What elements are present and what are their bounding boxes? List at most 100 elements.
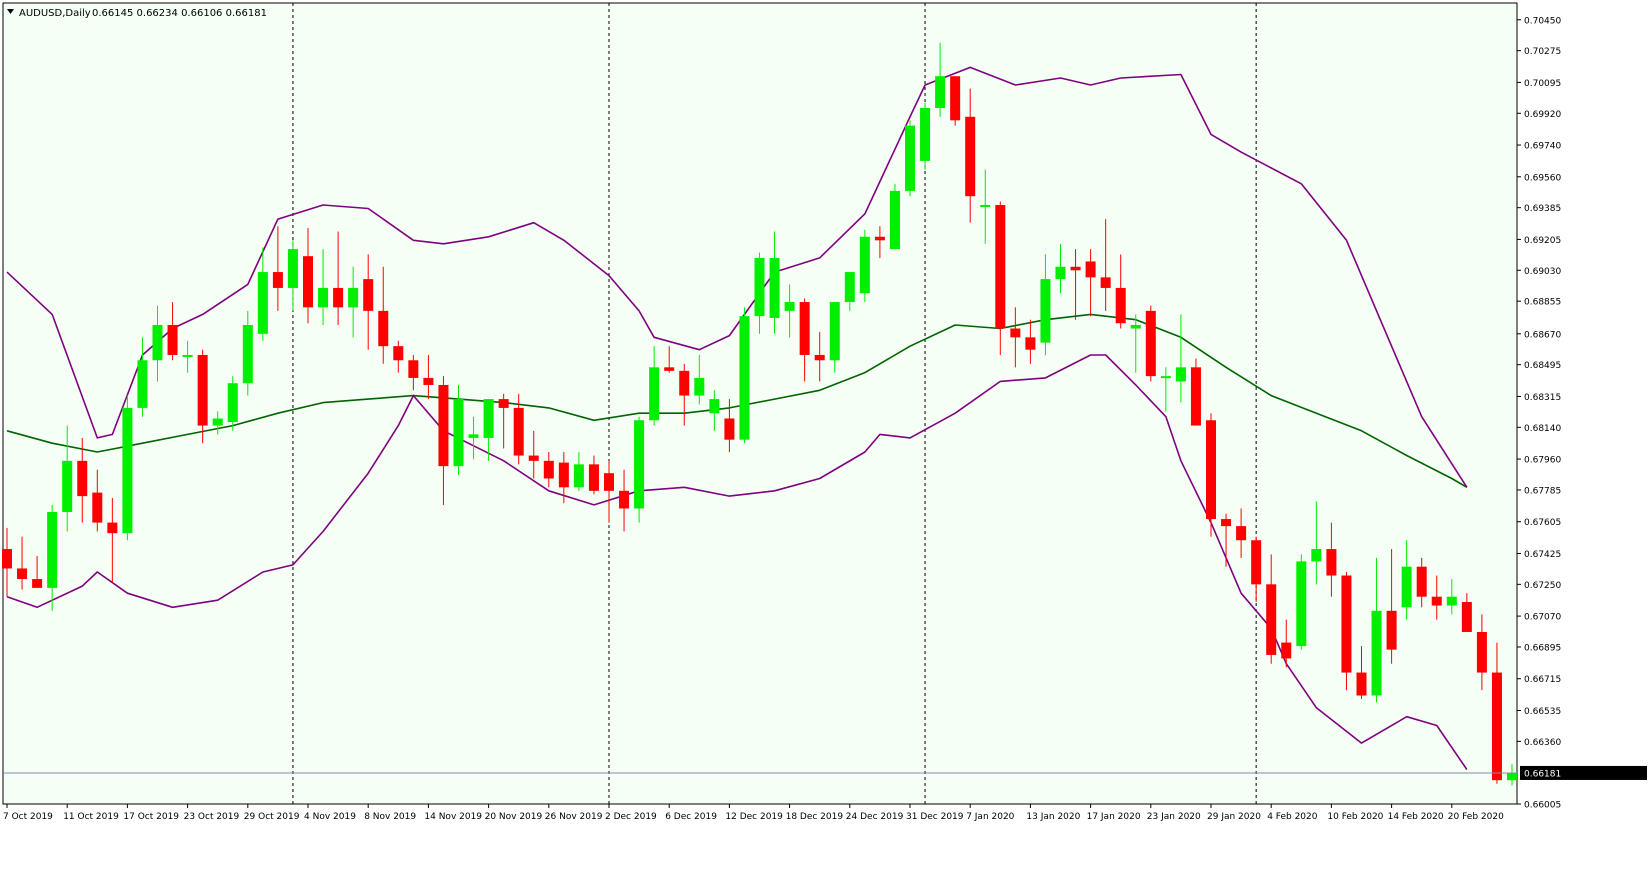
y-axis-label: 0.69560	[1524, 173, 1561, 183]
candle-bullish	[829, 302, 840, 361]
candle-bullish	[1160, 376, 1171, 379]
candle-bearish	[619, 490, 630, 509]
x-axis-label: 31 Dec 2019	[906, 812, 964, 822]
candle-bullish	[1296, 561, 1307, 647]
candle-bearish	[1025, 337, 1036, 350]
y-axis-label: 0.66360	[1524, 738, 1561, 748]
x-axis-label: 18 Dec 2019	[786, 812, 844, 822]
x-axis-label: 23 Oct 2019	[184, 812, 240, 822]
candle-bullish	[859, 236, 870, 294]
candle-bullish	[257, 272, 268, 334]
candle-bearish	[528, 455, 539, 461]
candle-bullish	[1130, 324, 1141, 329]
y-axis-label: 0.67785	[1524, 486, 1561, 496]
candle-bullish	[980, 205, 991, 208]
y-axis-label: 0.69205	[1524, 236, 1561, 246]
candle-bullish	[227, 383, 238, 423]
x-axis-label: 12 Dec 2019	[725, 812, 783, 822]
candle-bearish	[995, 205, 1006, 329]
candle-bullish	[468, 434, 479, 438]
candle-bearish	[1476, 631, 1487, 673]
candle-bearish	[1326, 549, 1337, 576]
candle-bullish	[754, 257, 765, 317]
candle-bullish	[634, 420, 645, 509]
candle-bullish	[1507, 773, 1517, 781]
candle-bearish	[1190, 367, 1201, 426]
y-axis-label: 0.67605	[1524, 518, 1561, 528]
candle-bearish	[874, 236, 885, 241]
candle-bullish	[649, 367, 660, 421]
x-axis-label: 14 Feb 2020	[1388, 812, 1444, 822]
candle-bullish	[739, 316, 750, 440]
candle-bullish	[212, 418, 223, 426]
x-axis-label: 26 Nov 2019	[545, 812, 603, 822]
y-axis-label: 0.69385	[1524, 204, 1561, 214]
candle-bullish	[1311, 549, 1322, 562]
candle-bearish	[423, 377, 434, 385]
candle-bullish	[122, 407, 133, 534]
candle-bullish	[905, 125, 915, 191]
y-axis-label: 0.67070	[1524, 613, 1561, 623]
y-axis-label: 0.68670	[1524, 330, 1561, 340]
candle-bearish	[77, 460, 88, 497]
x-axis-label: 10 Feb 2020	[1327, 812, 1383, 822]
x-axis-label: 17 Oct 2019	[123, 812, 179, 822]
y-axis-label: 0.68140	[1524, 424, 1561, 434]
x-axis-label: 13 Jan 2020	[1026, 812, 1080, 822]
x-axis-label: 24 Dec 2019	[846, 812, 904, 822]
candle-bearish	[167, 324, 178, 355]
candle-bullish	[152, 324, 163, 361]
x-axis-label: 6 Dec 2019	[665, 812, 717, 822]
y-axis-label: 0.68855	[1524, 298, 1561, 308]
candle-bullish	[573, 464, 584, 488]
candle-bearish	[1010, 328, 1021, 338]
chart-window[interactable]: 0.66181 0.70450 0.70275 0.70095 0.69920 0.69…	[0, 0, 1651, 871]
x-axis-label: 29 Jan 2020	[1207, 812, 1261, 822]
current-price-label: 0.66181	[1524, 769, 1561, 779]
candle-bearish	[1266, 584, 1277, 655]
candle-bearish	[363, 279, 374, 311]
x-axis-label: 2 Dec 2019	[605, 812, 657, 822]
candle-bullish	[1055, 266, 1066, 280]
candle-bearish	[107, 522, 118, 534]
y-axis-label: 0.70275	[1524, 47, 1561, 57]
candle-bearish	[197, 354, 208, 426]
candle-bearish	[543, 460, 554, 479]
x-axis-label: 8 Nov 2019	[364, 812, 416, 822]
x-axis-label: 20 Nov 2019	[485, 812, 543, 822]
y-axis-label: 0.67960	[1524, 456, 1561, 466]
y-axis-label: 0.68315	[1524, 393, 1561, 403]
y-axis-label: 0.69740	[1524, 142, 1561, 152]
candle-bullish	[1040, 279, 1051, 343]
candle-bullish	[889, 190, 900, 250]
x-axis-label: 23 Jan 2020	[1147, 812, 1201, 822]
candle-bearish	[2, 549, 12, 569]
candle-bullish	[694, 377, 705, 396]
candle-bullish	[935, 76, 946, 108]
candle-bearish	[1236, 526, 1247, 541]
candle-bearish	[664, 367, 675, 371]
candle-bearish	[1070, 266, 1081, 271]
candle-bearish	[1145, 310, 1156, 377]
candle-bullish	[287, 249, 298, 288]
y-axis-label: 0.66715	[1524, 675, 1561, 685]
candle-bearish	[1491, 672, 1502, 781]
candle-bullish	[920, 107, 931, 161]
candle-bearish	[1416, 566, 1427, 597]
candle-bullish	[1401, 566, 1412, 608]
candlestick-chart[interactable]: 0.66181 0.70450 0.70275 0.70095 0.69920 0.69…	[0, 0, 1651, 871]
candle-bullish	[348, 287, 359, 308]
candle-bearish	[393, 346, 404, 361]
candle-bullish	[1175, 367, 1186, 382]
candle-bullish	[47, 512, 58, 588]
candle-bullish	[844, 272, 855, 303]
candle-bullish	[242, 324, 253, 384]
candle-bearish	[498, 399, 509, 408]
candle-bearish	[604, 473, 614, 491]
candle-bearish	[1386, 610, 1397, 650]
candle-bearish	[1341, 575, 1352, 673]
symbol-label: AUDUSD,Daily	[19, 8, 91, 19]
y-axis-label: 0.66005	[1524, 801, 1561, 811]
candle-bearish	[513, 407, 524, 456]
candle-bullish	[137, 360, 148, 408]
